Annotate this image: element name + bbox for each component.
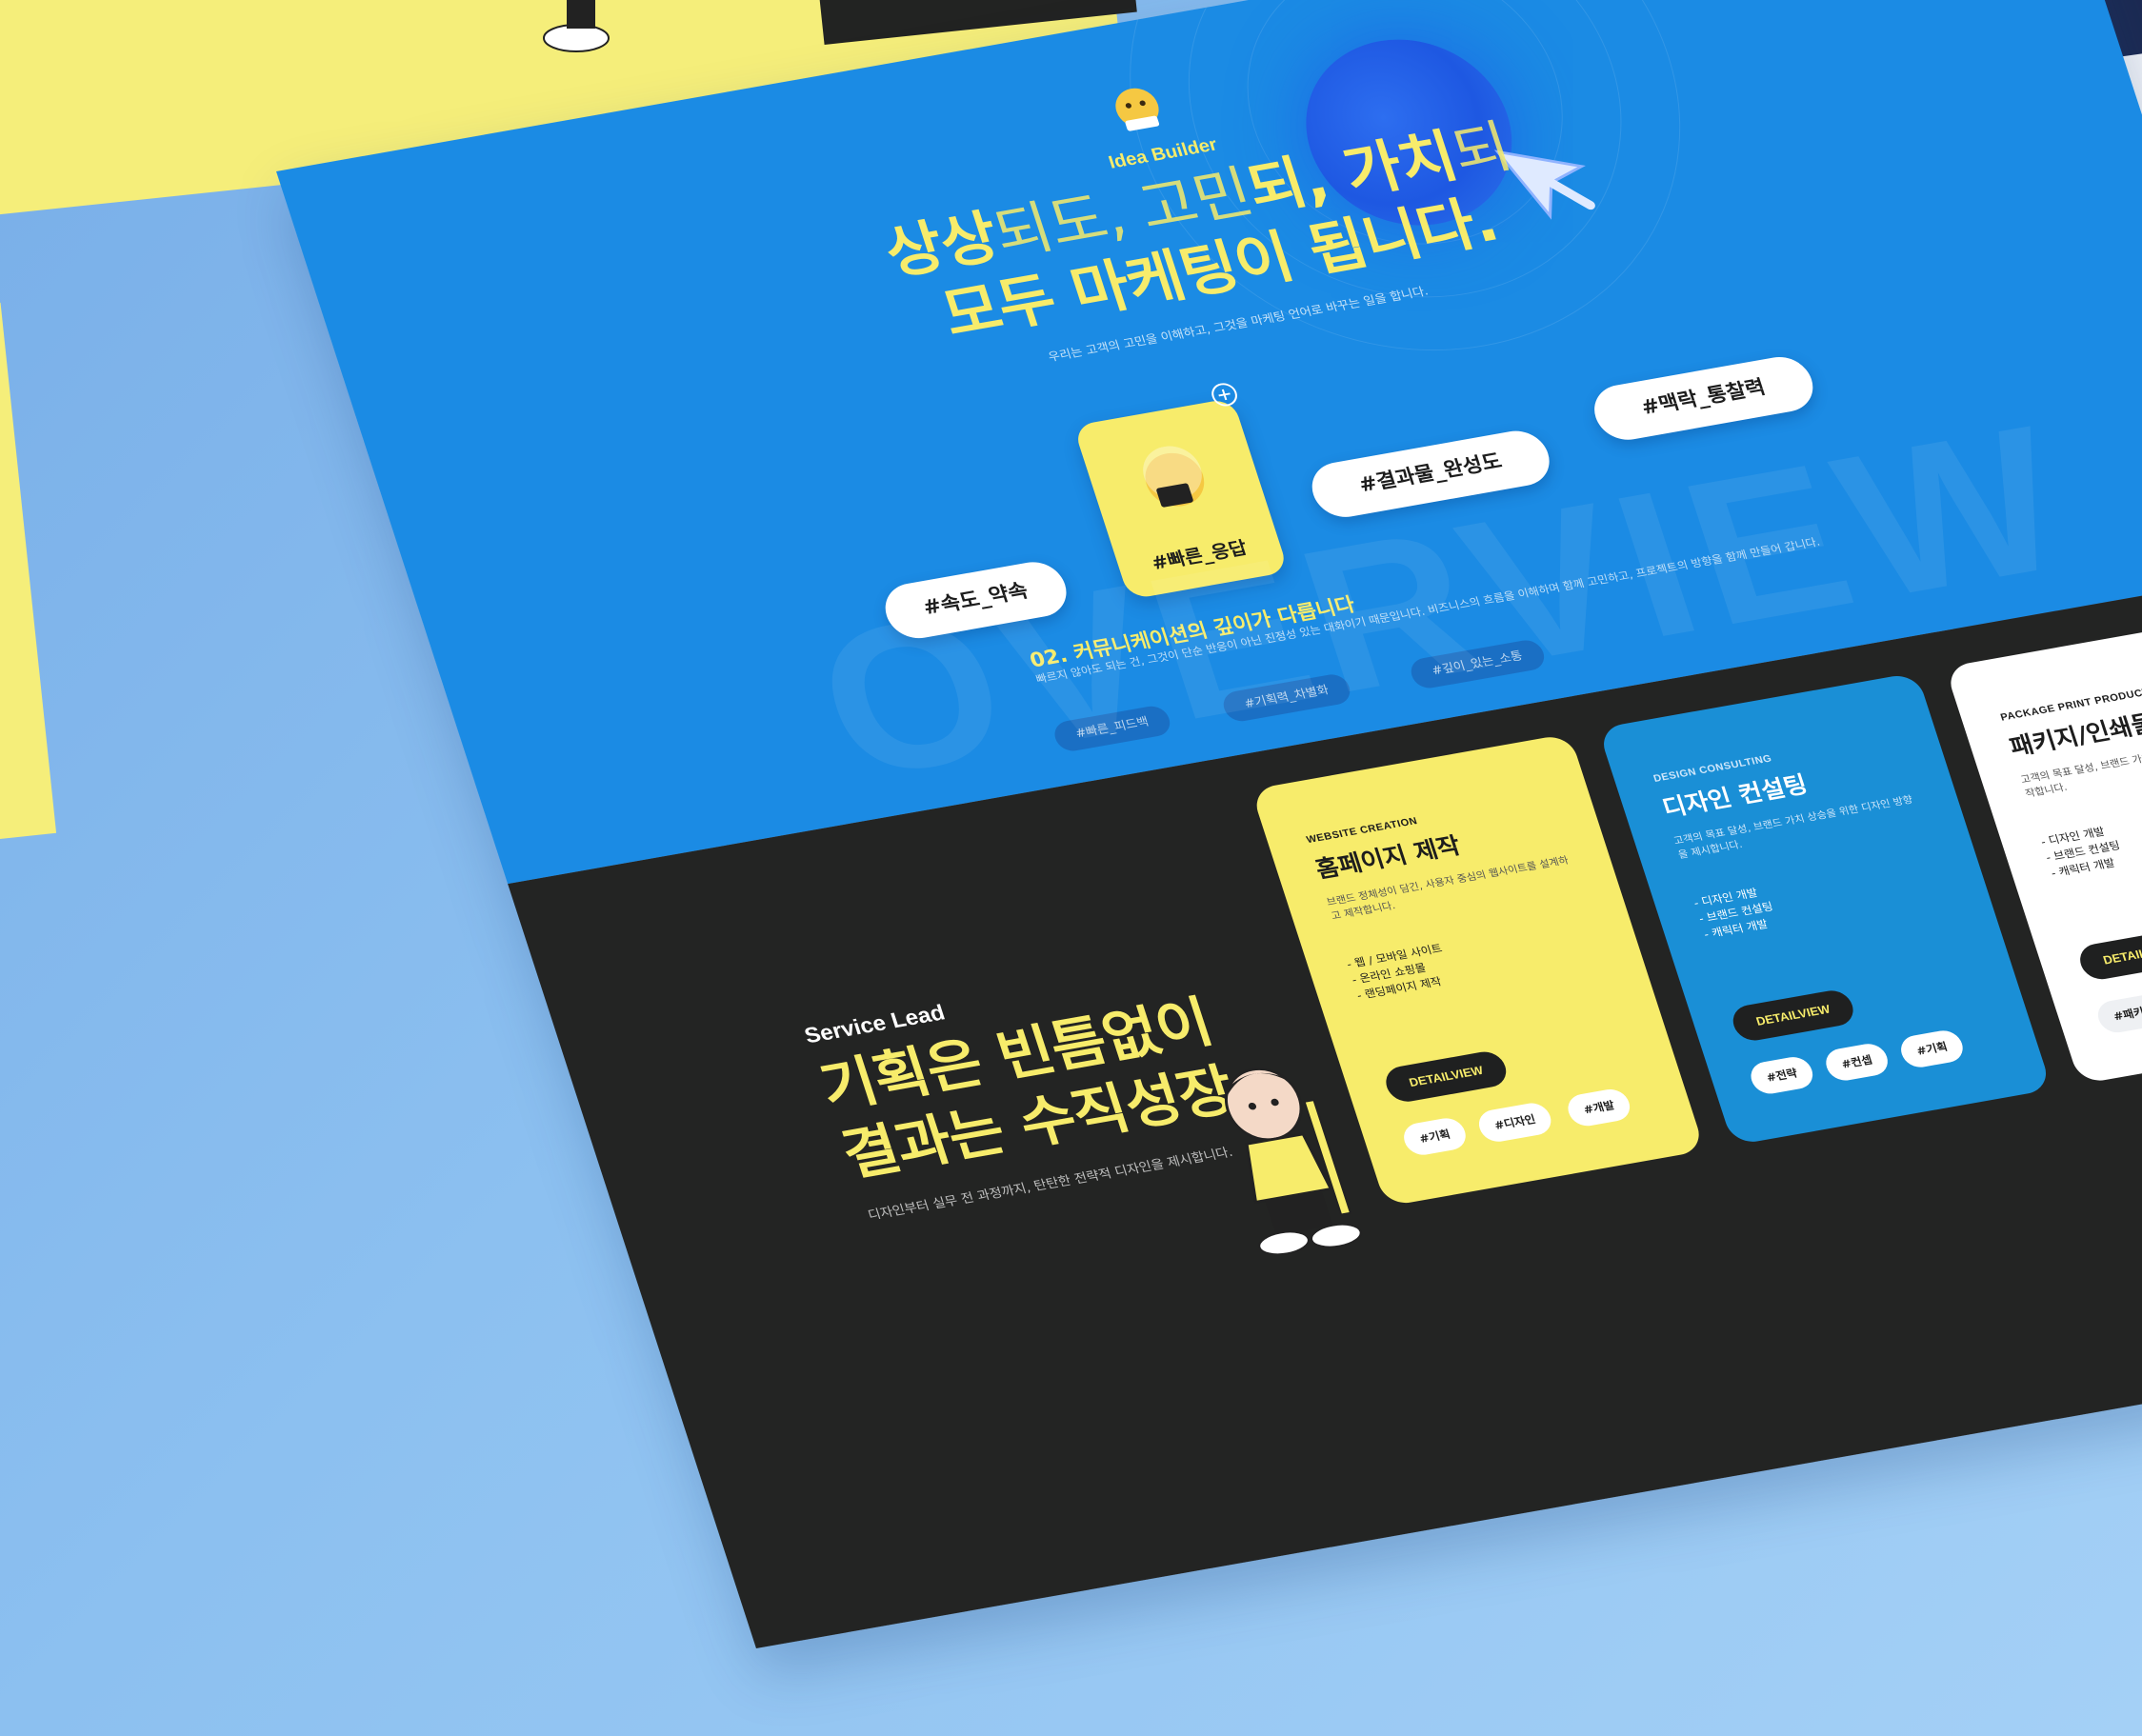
card-chip[interactable]: #패키지: [2093, 991, 2142, 1035]
card-chip[interactable]: #기획: [1896, 1028, 1968, 1070]
bg-left-strip: [0, 302, 57, 841]
card-list: - 웹 / 모바일 사이트 - 온라인 쇼핑몰 - 랜딩페이지 제작: [1345, 940, 1454, 1004]
detail-view-button[interactable]: DETAILVIEW: [1381, 1048, 1511, 1105]
character-shoes-icon: [543, 0, 610, 52]
laptop-emoji-icon: [1143, 446, 1205, 508]
card-chip[interactable]: #컨셉: [1821, 1041, 1892, 1084]
detail-view-button[interactable]: DETAILVIEW: [1728, 988, 1858, 1044]
card-chip[interactable]: #디자인: [1474, 1100, 1556, 1145]
website-mockup: Idea Builder 상상되도, 고민되, 가치되 모두 마케팅이 됩니다.…: [276, 0, 2142, 1649]
mockup-scene: Idea Builder 상상되도, 고민되, 가치되 모두 마케팅이 됩니다.…: [0, 0, 2142, 1736]
card-list: - 디자인 개발 - 브랜드 컨설팅 - 캐릭터 개발: [2039, 822, 2128, 882]
card-chip[interactable]: #전략: [1746, 1054, 1817, 1097]
detail-view-button[interactable]: DETAILVIEW: [2075, 926, 2142, 983]
card-list: - 디자인 개발 - 브랜드 컨설팅 - 캐릭터 개발: [1692, 883, 1780, 943]
card-chip[interactable]: #기획: [1399, 1115, 1471, 1158]
card-chip[interactable]: #개발: [1563, 1087, 1634, 1129]
